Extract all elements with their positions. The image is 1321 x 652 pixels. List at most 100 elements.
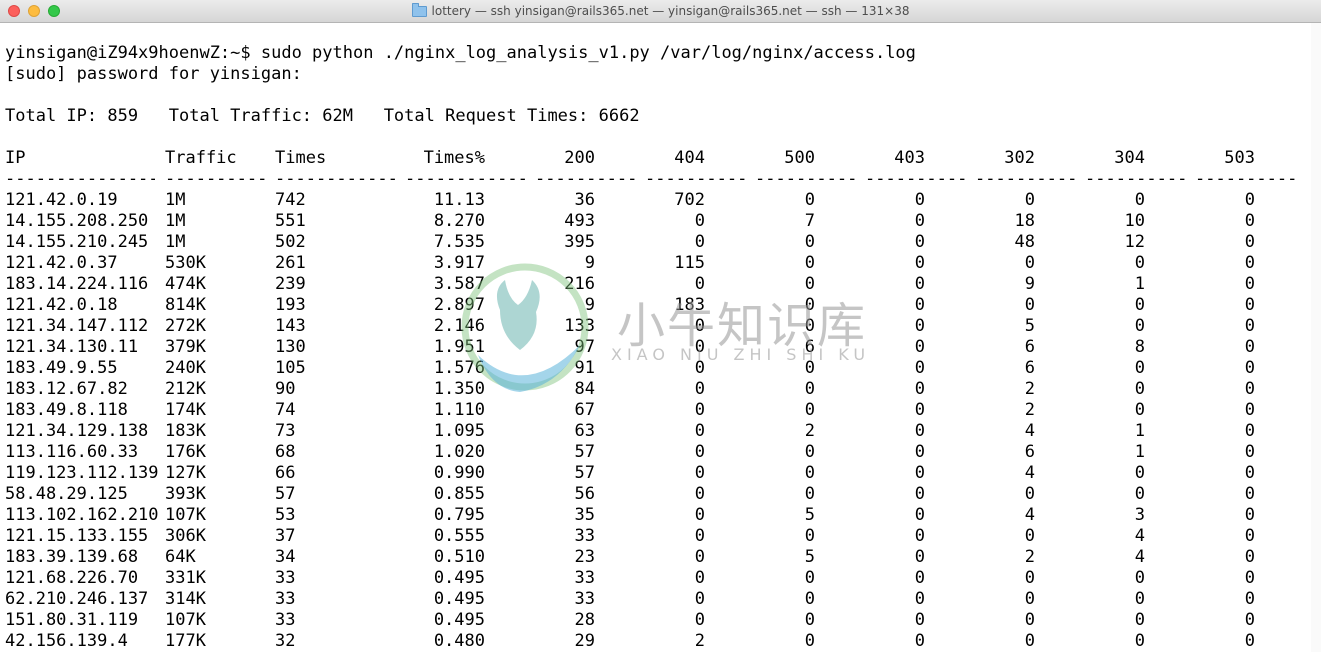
separator-ip: --------------- — [5, 169, 155, 189]
cell-s500: 0 — [804, 358, 815, 378]
cell-traffic: 314K — [165, 589, 206, 609]
cell-s403: 0 — [914, 421, 925, 441]
header-traffic: Traffic — [165, 148, 237, 168]
table-row: 42.156.139.4 177K 32 0.480 29 2 0 0 0 0 0 — [0, 631, 1311, 652]
table-row: 121.42.0.19 1M 742 11.13 36 702 0 0 0 0 0 — [0, 190, 1311, 211]
cell-s500: 0 — [804, 610, 815, 630]
cell-pct: 0.555 — [433, 526, 485, 546]
cell-s403: 0 — [914, 463, 925, 483]
cell-s500: 0 — [804, 274, 815, 294]
cell-s404: 0 — [694, 505, 705, 525]
cell-s200: 33 — [574, 568, 595, 588]
cell-s304: 0 — [1134, 316, 1145, 336]
cell-s302: 6 — [1024, 442, 1035, 462]
cell-s200: 57 — [574, 442, 595, 462]
cell-s503: 0 — [1244, 484, 1255, 504]
window-titlebar: lottery — ssh yinsigan@rails365.net — yi… — [0, 0, 1321, 23]
cell-s403: 0 — [914, 484, 925, 504]
table-row: 121.34.129.138 183K 73 1.095 63 0 2 0 4 1 0 — [0, 421, 1311, 442]
cell-times: 261 — [275, 253, 306, 273]
cell-s403: 0 — [914, 295, 925, 315]
cell-s302: 0 — [1024, 295, 1035, 315]
cell-s404: 0 — [694, 526, 705, 546]
cell-ip: 121.34.147.112 — [5, 316, 149, 336]
cell-pct: 2.897 — [433, 295, 485, 315]
cell-s403: 0 — [914, 358, 925, 378]
cell-s200: 35 — [574, 505, 595, 525]
cell-traffic: 107K — [165, 610, 206, 630]
cell-ip: 42.156.139.4 — [5, 631, 128, 651]
cell-s200: 84 — [574, 379, 595, 399]
cell-s302: 6 — [1024, 358, 1035, 378]
cell-times: 53 — [275, 505, 296, 525]
cell-s304: 0 — [1134, 484, 1145, 504]
cell-s200: 133 — [564, 316, 595, 336]
cell-pct: 1.350 — [433, 379, 485, 399]
cell-s500: 6 — [804, 337, 815, 357]
cell-s302: 48 — [1014, 232, 1035, 252]
cell-s302: 5 — [1024, 316, 1035, 336]
cell-pct: 3.917 — [433, 253, 485, 273]
cell-s503: 0 — [1244, 358, 1255, 378]
cell-s404: 0 — [694, 610, 705, 630]
table-separator: --------------- ---------- ------------ … — [0, 169, 1311, 190]
cell-s403: 0 — [914, 232, 925, 252]
cell-s304: 0 — [1134, 568, 1145, 588]
cell-s302: 2 — [1024, 379, 1035, 399]
cell-s404: 0 — [694, 400, 705, 420]
cell-traffic: 306K — [165, 526, 206, 546]
cell-s403: 0 — [914, 568, 925, 588]
cell-ip: 183.12.67.82 — [5, 379, 128, 399]
window-title-area: lottery — ssh yinsigan@rails365.net — yi… — [0, 0, 1321, 22]
cell-ip: 62.210.246.137 — [5, 589, 149, 609]
cell-times: 73 — [275, 421, 296, 441]
cell-ip: 14.155.210.245 — [5, 232, 149, 252]
cell-s404: 0 — [694, 589, 705, 609]
header-status-503: 503 — [1224, 148, 1255, 168]
cell-pct: 1.020 — [433, 442, 485, 462]
cell-traffic: 64K — [165, 547, 196, 567]
table-row: 183.49.9.55 240K 105 1.576 91 0 0 0 6 0 0 — [0, 358, 1311, 379]
cell-times: 37 — [275, 526, 296, 546]
cell-ip: 121.68.226.70 — [5, 568, 139, 588]
cell-s503: 0 — [1244, 379, 1255, 399]
cell-s200: 67 — [574, 400, 595, 420]
cell-s403: 0 — [914, 589, 925, 609]
cell-ip: 183.39.139.68 — [5, 547, 139, 567]
cell-s302: 4 — [1024, 463, 1035, 483]
cell-s200: 9 — [584, 253, 595, 273]
cell-s304: 1 — [1134, 274, 1145, 294]
cell-s500: 0 — [804, 442, 815, 462]
cell-s302: 0 — [1024, 190, 1035, 210]
cell-times: 34 — [275, 547, 296, 567]
cell-pct: 3.587 — [433, 274, 485, 294]
cell-pct: 11.13 — [433, 190, 485, 210]
cell-s200: 9 — [584, 295, 595, 315]
table-row: 58.48.29.125 393K 57 0.855 56 0 0 0 0 0 0 — [0, 484, 1311, 505]
cell-s503: 0 — [1244, 505, 1255, 525]
table-row: 183.12.67.82 212K 90 1.350 84 0 0 0 2 0 0 — [0, 379, 1311, 400]
cell-s200: 33 — [574, 526, 595, 546]
cell-pct: 2.146 — [433, 316, 485, 336]
terminal-output[interactable]: yinsigan@iZ94x9hoenwZ:~$ sudo python ./n… — [0, 23, 1311, 652]
cell-s403: 0 — [914, 505, 925, 525]
cell-s503: 0 — [1244, 442, 1255, 462]
table-row: 121.68.226.70 331K 33 0.495 33 0 0 0 0 0 0 — [0, 568, 1311, 589]
cell-s403: 0 — [914, 253, 925, 273]
cell-ip: 113.116.60.33 — [5, 442, 139, 462]
cell-s304: 0 — [1134, 190, 1145, 210]
table-row: 151.80.31.119 107K 33 0.495 28 0 0 0 0 0 0 — [0, 610, 1311, 631]
cell-s404: 0 — [694, 463, 705, 483]
table-row: 183.14.224.116 474K 239 3.587 216 0 0 0 9 1 0 — [0, 274, 1311, 295]
cell-traffic: 379K — [165, 337, 206, 357]
cell-times: 74 — [275, 400, 296, 420]
cell-s500: 0 — [804, 589, 815, 609]
header-status-500: 500 — [784, 148, 815, 168]
terminal-scrollbar[interactable] — [1311, 23, 1321, 652]
cell-times: 68 — [275, 442, 296, 462]
header-status-403: 403 — [894, 148, 925, 168]
cell-s304: 0 — [1134, 253, 1145, 273]
cell-s503: 0 — [1244, 610, 1255, 630]
cell-s304: 4 — [1134, 547, 1145, 567]
cell-s200: 56 — [574, 484, 595, 504]
